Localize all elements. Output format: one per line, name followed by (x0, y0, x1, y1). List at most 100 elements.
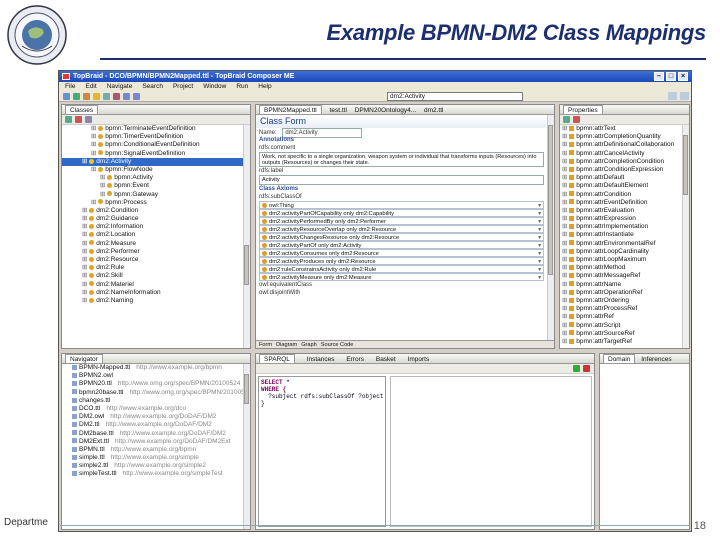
view-tab-graph[interactable]: Graph (301, 341, 317, 348)
expand-icon[interactable]: ⊞ (100, 182, 107, 189)
name-field[interactable]: dm2:Activity (282, 128, 363, 138)
property-item[interactable]: ⊞ bpmn:attrEnvironmentalRef (560, 240, 689, 248)
print-icon[interactable] (83, 92, 90, 100)
class-tree-item[interactable]: ⊞ bpmn:Event (62, 182, 250, 190)
property-item[interactable]: ⊞ bpmn:attrDefinitionalCollaboration (560, 141, 689, 149)
filter-icon[interactable] (85, 116, 92, 123)
property-item[interactable]: ⊞ bpmn:attrEventDefinition (560, 199, 689, 207)
class-tree-item[interactable]: ⊞ dm2:Performer (62, 248, 250, 256)
expand-icon[interactable]: ⊞ (91, 133, 98, 140)
property-item[interactable]: ⊞ bpmn:attrOperationRef (560, 289, 689, 297)
back-icon[interactable] (123, 92, 130, 100)
editor-tab-dpmn20[interactable]: DPMN20Ontology4... (355, 107, 416, 114)
expand-icon[interactable]: ⊞ (562, 330, 569, 337)
save-icon[interactable] (73, 92, 80, 100)
property-item[interactable]: ⊞ bpmn:attrCompletionQuantity (560, 133, 689, 141)
expand-icon[interactable]: ⊞ (562, 174, 569, 181)
expand-icon[interactable]: ⊞ (91, 199, 98, 206)
add-class-icon[interactable] (65, 116, 72, 123)
expand-icon[interactable]: ⊞ (82, 215, 89, 222)
expand-icon[interactable]: ⊞ (562, 207, 569, 214)
close-button[interactable]: × (678, 72, 688, 81)
navigator-scrollbar[interactable] (243, 364, 250, 529)
expand-icon[interactable]: ⊞ (562, 166, 569, 173)
expand-icon[interactable]: ⊞ (82, 223, 89, 230)
subclass-row[interactable]: dm2:activityPartOfCapability only dm2:Ca… (259, 209, 544, 218)
tab-errors[interactable]: Errors (346, 356, 364, 363)
property-item[interactable]: ⊞ bpmn:attrImplementation (560, 223, 689, 231)
class-tree-item[interactable]: ⊞ bpmn:ConditionalEventDefinition (62, 141, 250, 149)
run-icon[interactable] (113, 92, 120, 100)
class-tree-item[interactable]: ⊞ dm2:Condition (62, 207, 250, 215)
expand-icon[interactable]: ⊞ (82, 207, 89, 214)
navigator-file[interactable]: DM2Ext.ttl http://www.example.org/DoDAF/D… (62, 438, 250, 446)
new-icon[interactable] (63, 92, 70, 100)
properties-tab[interactable]: Properties (560, 105, 689, 115)
expand-icon[interactable]: ⊞ (82, 297, 89, 304)
navigator-file[interactable]: DM2.ttl http://www.example.org/DoDAF/DM2 (62, 421, 250, 429)
class-tree-item[interactable]: ⊞ dm2:Resource (62, 256, 250, 264)
subclass-row[interactable]: dm2:activityPartOf only dm2:Activity ▾ (259, 241, 544, 250)
navigator-file[interactable]: BPMN2.owl (62, 372, 250, 380)
expand-icon[interactable]: ⊞ (562, 305, 569, 312)
expand-icon[interactable]: ⊞ (82, 289, 89, 296)
execute-query-icon[interactable] (573, 365, 580, 372)
expand-icon[interactable]: ⊞ (562, 133, 569, 140)
subclass-row[interactable]: dm2:activityConsumes only dm2:Resource ▾ (259, 249, 544, 258)
menu-window[interactable]: Window (203, 82, 226, 91)
editor-tab-test[interactable]: test.ttl (330, 107, 347, 114)
menu-run[interactable]: Run (236, 82, 248, 91)
expand-icon[interactable]: ⊞ (562, 272, 569, 279)
expand-icon[interactable]: ⊞ (82, 248, 89, 255)
expand-icon[interactable]: ⊞ (562, 313, 569, 320)
class-tree-item[interactable]: ⊞ bpmn:Process (62, 199, 250, 207)
editor-tab-bpmn2mapped[interactable]: BPMN2Mapped.ttl (259, 105, 322, 114)
property-item[interactable]: ⊞ bpmn:attrEvaluation (560, 207, 689, 215)
property-item[interactable]: ⊞ bpmn:attrLoopCardinality (560, 248, 689, 256)
view-tab-diagram[interactable]: Diagram (276, 341, 297, 348)
dropdown-icon[interactable]: ▾ (538, 258, 541, 264)
property-item[interactable]: ⊞ bpmn:attrConditionExpression (560, 166, 689, 174)
resource-combo[interactable]: dm2:Activity (387, 92, 523, 101)
property-item[interactable]: ⊞ bpmn:attrOrdering (560, 297, 689, 305)
expand-icon[interactable]: ⊞ (562, 256, 569, 263)
menu-help[interactable]: Help (258, 82, 271, 91)
navigator-file[interactable]: BPMN20.ttl http://www.omg.org/spec/BPMN/2… (62, 380, 250, 388)
expand-icon[interactable]: ⊞ (562, 141, 569, 148)
class-tree-item[interactable]: ⊞ bpmn:FlowNode (62, 166, 250, 174)
property-item[interactable]: ⊞ bpmn:attrSourceRef (560, 330, 689, 338)
subclass-row[interactable]: owl:Thing ▾ (259, 201, 544, 210)
class-tree-item[interactable]: ⊞ bpmn:SignalEventDefinition (62, 150, 250, 158)
classes-tab[interactable]: Classes (62, 105, 250, 115)
tab-basket[interactable]: Basket (376, 356, 396, 363)
menu-file[interactable]: File (65, 82, 75, 91)
class-tree-item[interactable]: ⊞ dm2:Skill (62, 272, 250, 280)
navigator-file[interactable]: simple2.ttl http://www.example.org/simple… (62, 462, 250, 470)
dropdown-icon[interactable]: ▾ (538, 242, 541, 248)
expand-icon[interactable]: ⊞ (562, 150, 569, 157)
property-item[interactable]: ⊞ bpmn:attrInstantiate (560, 231, 689, 239)
comment-field[interactable]: Work, not specific to a single organizat… (259, 152, 544, 167)
expand-icon[interactable]: ⊞ (82, 264, 89, 271)
delete-property-icon[interactable] (573, 116, 580, 123)
delete-class-icon[interactable] (75, 116, 82, 123)
class-axioms-header[interactable]: Class Axioms (256, 185, 554, 193)
subclass-row[interactable]: dm2:ruleConstrainsActivity only dm2:Rule… (259, 265, 544, 274)
expand-icon[interactable]: ⊞ (100, 191, 107, 198)
navigator-file[interactable]: BPMN.ttl http://www.example.org/bpmn (62, 446, 250, 454)
navigator-file[interactable]: DM2base.ttl http://www.example.org/DoDAF/… (62, 430, 250, 438)
dropdown-icon[interactable]: ▾ (538, 218, 541, 224)
expand-icon[interactable]: ⊞ (562, 297, 569, 304)
dropdown-icon[interactable]: ▾ (538, 210, 541, 216)
expand-icon[interactable]: ⊞ (82, 272, 89, 279)
property-item[interactable]: ⊞ bpmn:attrDefault (560, 174, 689, 182)
expand-icon[interactable]: ⊞ (562, 289, 569, 296)
expand-icon[interactable]: ⊞ (562, 125, 569, 132)
expand-icon[interactable]: ⊞ (100, 174, 107, 181)
subclass-row[interactable]: dm2:activityProduces only dm2:Resource ▾ (259, 257, 544, 266)
class-tree-item[interactable]: ⊞ bpmn:TimerEventDefinition (62, 133, 250, 141)
expand-icon[interactable]: ⊞ (562, 182, 569, 189)
expand-icon[interactable]: ⊞ (82, 158, 89, 165)
property-item[interactable]: ⊞ bpmn:attrLoopMaximum (560, 256, 689, 264)
property-item[interactable]: ⊞ bpmn:attrText (560, 125, 689, 133)
